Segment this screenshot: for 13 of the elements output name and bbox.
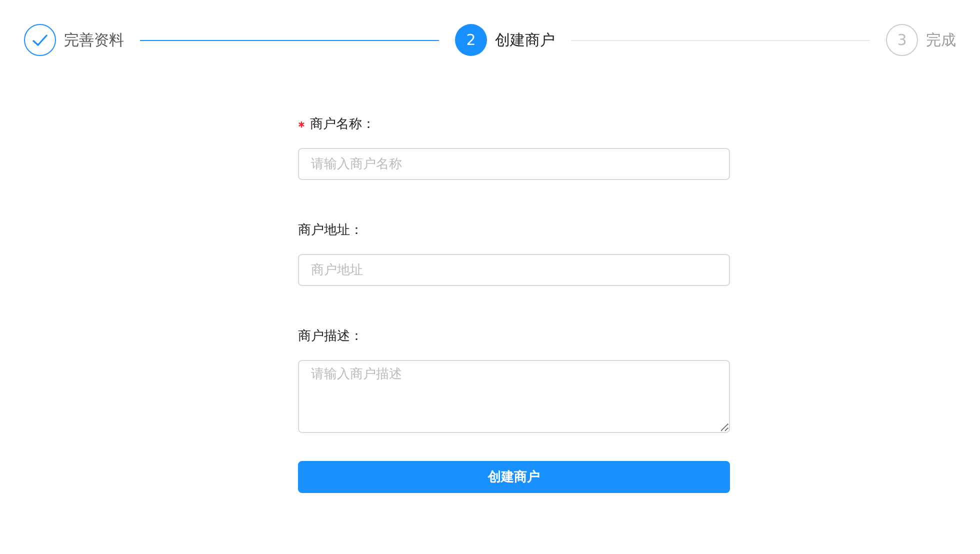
check-icon bbox=[24, 24, 56, 56]
step-number: 2 bbox=[455, 24, 487, 56]
step-label: 创建商户 bbox=[495, 30, 555, 50]
textarea-field[interactable]: 请输入商户描述 bbox=[298, 360, 730, 433]
step-label: 完成 bbox=[926, 30, 956, 50]
field-label: 商户地址： bbox=[298, 222, 363, 239]
input-field[interactable]: 请输入商户名称 bbox=[298, 148, 730, 180]
step-number: 3 bbox=[886, 24, 918, 56]
field-label: 商户名称： bbox=[310, 116, 375, 133]
field-label: 商户描述： bbox=[298, 328, 363, 345]
input-field[interactable]: 商户地址 bbox=[298, 254, 730, 286]
step-label: 完善资料 bbox=[64, 30, 124, 50]
create-button[interactable]: 创建商户 bbox=[298, 461, 730, 493]
